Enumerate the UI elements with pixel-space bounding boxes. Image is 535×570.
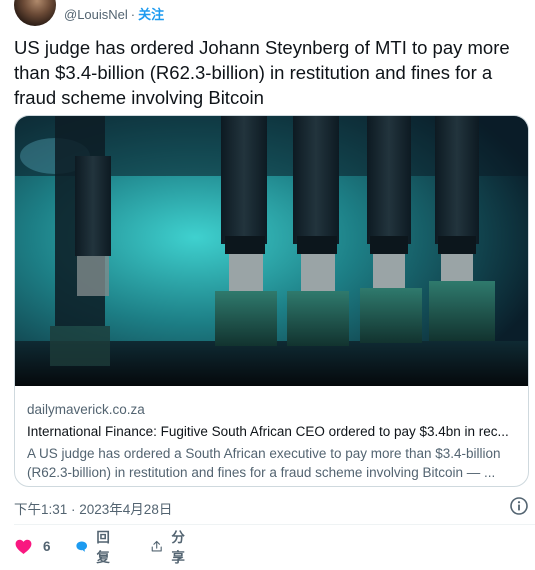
card-image[interactable] [15,116,529,386]
reply-button[interactable]: 回复 [75,530,116,565]
share-icon [151,540,162,552]
card-title[interactable]: International Finance: Fugitive South Af… [27,422,519,441]
share-label: 分享 [171,530,185,565]
avatar[interactable] [14,0,56,26]
info-icon[interactable] [509,496,529,516]
card-description: A US judge has ordered a South African e… [27,446,501,480]
author-handle-row: @LouisNel · 关注 [64,4,164,23]
reply-label: 回复 [96,530,110,565]
link-card[interactable]: dailymaverick.co.za International Financ… [14,115,529,487]
follow-button[interactable]: 关注 [138,7,164,22]
like-button[interactable]: 6 [14,535,51,557]
share-button[interactable]: 分享 [150,530,191,565]
divider [14,524,535,525]
separator: · [130,7,136,22]
heart-icon [15,539,32,554]
card-domain: dailymaverick.co.za [27,402,145,417]
card-meta: dailymaverick.co.za International Financ… [27,400,519,482]
tweet-timestamp[interactable]: 下午1:31 · 2023年4月28日 [14,498,172,518]
speech-bubble-icon [76,540,88,552]
like-count: 6 [43,538,51,554]
author-handle[interactable]: @LouisNel [64,7,128,22]
tweet-text: US judge has ordered Johann Steynberg of… [14,37,510,108]
usb-stick-5 [75,156,111,296]
tweet-header: @LouisNel · 关注 [0,0,535,26]
